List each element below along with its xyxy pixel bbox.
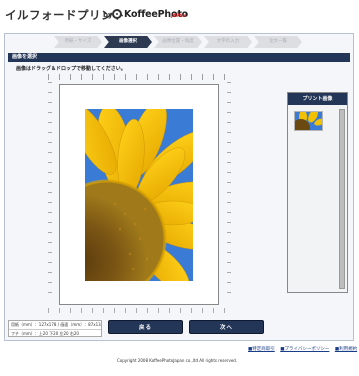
print-canvas (48, 74, 231, 313)
step-image-select: 画像選択 (104, 36, 152, 48)
link-privacy-policy[interactable]: ■プライバシーポリシー (280, 347, 329, 352)
paper-size-info: 用紙（mm）：127x178 / 画面（mm）：87x138 (11, 322, 101, 327)
border-info: フチ（mm）：上20 下20 左20 右20 (9, 329, 101, 337)
instruction-text: 画像はドラッグ＆ドロップで移動してください。 (16, 66, 126, 72)
next-button[interactable]: 次へ (189, 320, 264, 334)
copyright-text: Copyright 2008 KoffeePhotoJapan co.,ltd … (117, 358, 238, 363)
image-thumbnail[interactable] (294, 111, 323, 131)
print-paper (59, 84, 219, 305)
sunflower-image (85, 109, 193, 281)
ruler-top (48, 74, 231, 80)
print-images-panel: プリント画像 (287, 92, 348, 293)
header: イルフォードプリント by KoffeePhoto JAPAN (0, 0, 359, 30)
step-text-input: 文字の入力 (204, 36, 252, 48)
ruler-bottom (48, 308, 231, 313)
print-info-box: 用紙（mm）：127x178 / 画面（mm）：87x138 フチ（mm）：上2… (8, 320, 102, 337)
step-order-list: 注文一覧 (254, 36, 302, 48)
thumbnail-scrollbar[interactable] (339, 109, 345, 289)
section-title: 画像を選択 (8, 53, 350, 62)
ruler-right (227, 82, 231, 302)
step-image-position: 画像位置・角度 (154, 36, 202, 48)
footer-links: ■特定商取引 ■プライバシーポリシー ■利用規約 (244, 346, 357, 352)
step-paper-size: 用紙・サイズ (54, 36, 102, 48)
sunflower-photo[interactable] (85, 109, 193, 281)
print-images-title: プリント画像 (288, 93, 347, 105)
koffeephoto-logo-icon (112, 9, 122, 19)
back-button[interactable]: 戻る (108, 320, 183, 334)
ruler-left (48, 82, 52, 302)
brand-sub: JAPAN (171, 14, 187, 19)
link-commerce-law[interactable]: ■特定商取引 (248, 347, 275, 352)
link-terms[interactable]: ■利用規約 (335, 347, 357, 352)
sunflower-thumbnail-icon (295, 112, 322, 130)
